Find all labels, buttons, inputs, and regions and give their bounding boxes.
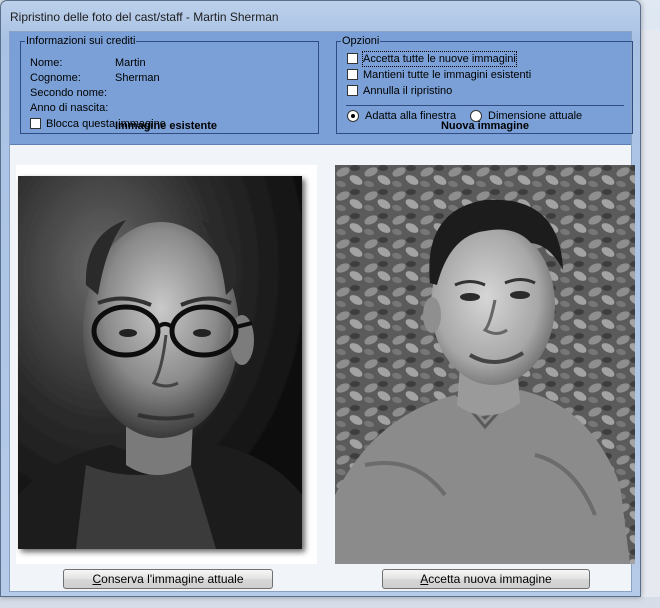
existing-image-panel bbox=[16, 165, 317, 564]
last-name-value: Sherman bbox=[115, 72, 160, 84]
first-name-value: Martin bbox=[115, 57, 146, 69]
existing-photo bbox=[18, 176, 302, 549]
background-app-edge bbox=[640, 30, 660, 608]
first-name-label: Nome: bbox=[30, 57, 63, 69]
keep-all-checkbox-box[interactable] bbox=[347, 69, 358, 80]
keep-all-label[interactable]: Mantieni tutte le immagini esistenti bbox=[363, 68, 531, 82]
existing-image-heading: Immagine esistente bbox=[114, 120, 218, 132]
new-image-panel bbox=[335, 165, 635, 564]
keep-current-image-accelerator: C bbox=[92, 572, 102, 586]
photo-restore-dialog: Ripristino delle foto del cast/staff - M… bbox=[0, 0, 641, 597]
cancel-restore-checkbox-box[interactable] bbox=[347, 85, 358, 96]
credits-group-legend: Informazioni sui crediti bbox=[25, 35, 137, 47]
middle-name-label: Secondo nome: bbox=[30, 87, 108, 99]
last-name-label: Cognome: bbox=[30, 72, 81, 84]
keep-current-image-button[interactable]: Conserva l'immagine attuale bbox=[63, 569, 273, 589]
new-image-heading: Nuova immagine bbox=[440, 120, 530, 132]
accept-new-image-label: ccetta nuova immagine bbox=[428, 572, 552, 586]
options-group-legend: Opzioni bbox=[341, 35, 381, 47]
window-title: Ripristino delle foto del cast/staff - M… bbox=[10, 10, 279, 24]
new-photo bbox=[335, 165, 635, 564]
keep-current-image-label: onserva l'immagine attuale bbox=[101, 572, 244, 586]
birth-year-label: Anno di nascita: bbox=[30, 102, 109, 114]
accept-all-label[interactable]: Accetta tutte le nuove immagini bbox=[362, 51, 517, 67]
title-bar[interactable]: Ripristino delle foto del cast/staff - M… bbox=[1, 1, 640, 31]
cancel-restore-label[interactable]: Annulla il ripristino bbox=[363, 84, 452, 98]
background-app-bottom bbox=[0, 597, 660, 608]
accept-all-checkbox-box[interactable] bbox=[347, 53, 358, 64]
accept-new-image-button[interactable]: Accetta nuova immagine bbox=[382, 569, 590, 589]
options-separator bbox=[346, 105, 624, 106]
